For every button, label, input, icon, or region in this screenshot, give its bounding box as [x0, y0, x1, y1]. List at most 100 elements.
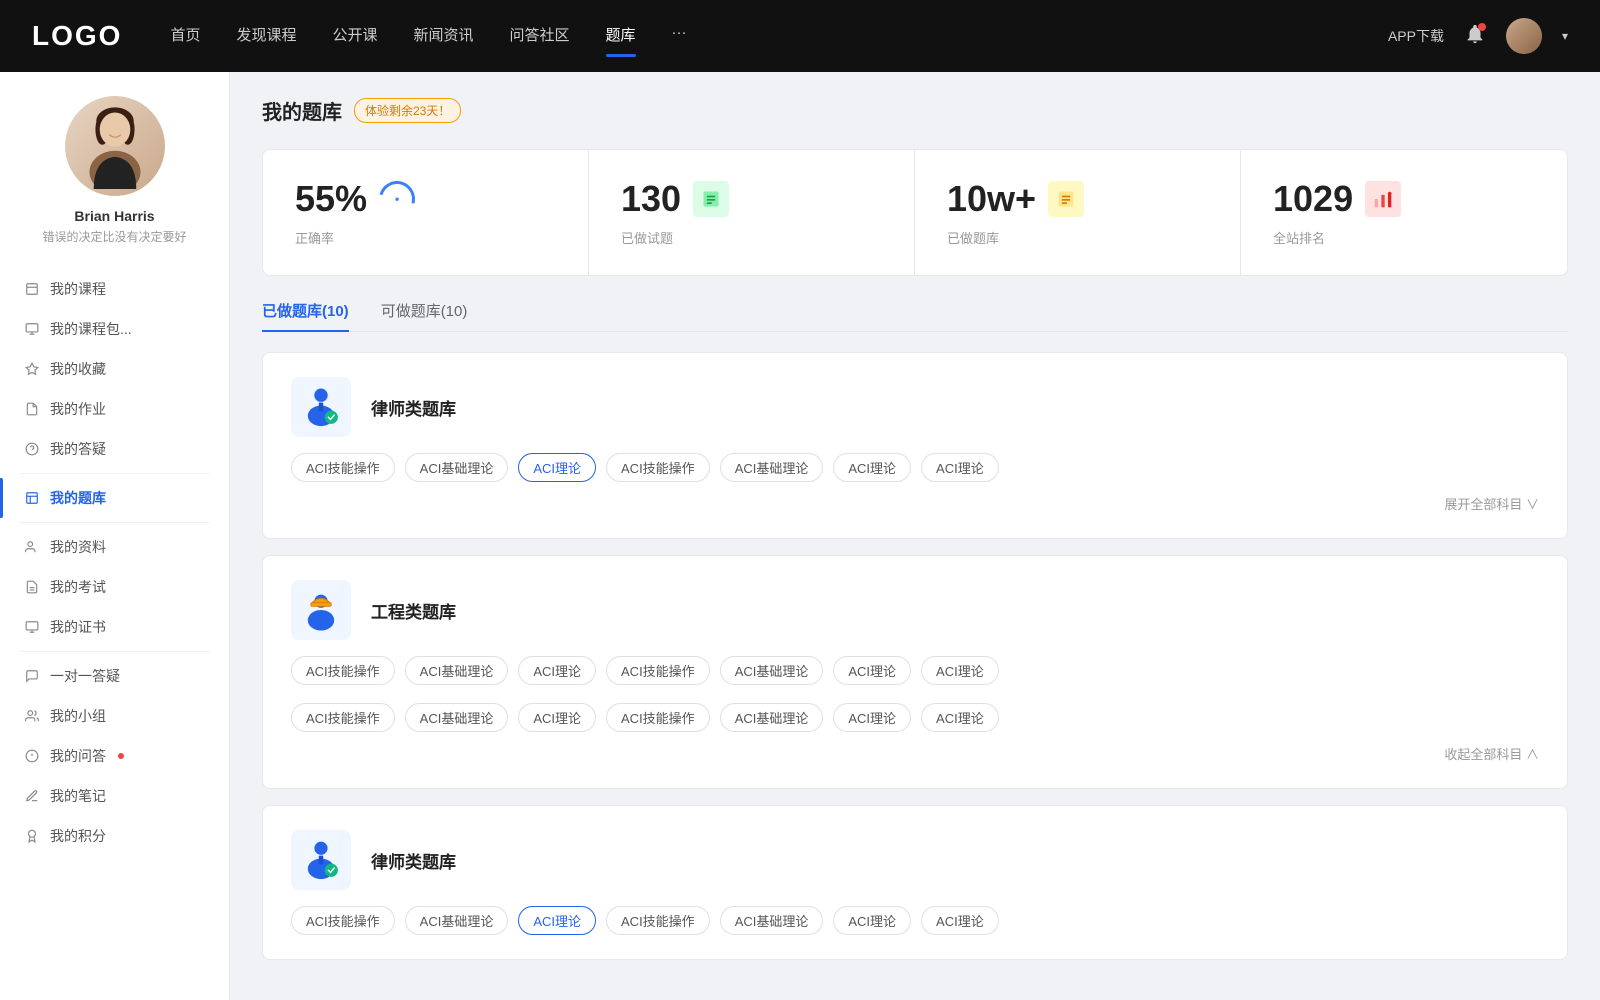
bank-tag-1-9[interactable]: ACI理论: [518, 703, 596, 732]
homework-icon: [24, 401, 40, 417]
bank-tag-1-10[interactable]: ACI技能操作: [606, 703, 710, 732]
bank-tag-0-4[interactable]: ACI基础理论: [720, 453, 824, 482]
bank-tag-1-0[interactable]: ACI技能操作: [291, 656, 395, 685]
bank-tag-0-6[interactable]: ACI理论: [921, 453, 999, 482]
nav-home[interactable]: 首页: [170, 24, 200, 49]
sidebar-item-notes[interactable]: 我的笔记: [0, 776, 229, 816]
sidebar-item-points[interactable]: 我的积分: [0, 816, 229, 856]
tab-available-banks[interactable]: 可做题库(10): [381, 300, 468, 331]
stat-ranking: 1029 全站排名: [1241, 150, 1567, 275]
bank-section-0: 律师类题库 ACI技能操作 ACI基础理论 ACI理论 ACI技能操作 ACI基…: [262, 352, 1568, 539]
bank-tag-2-5[interactable]: ACI理论: [833, 906, 911, 935]
stat-done-questions-label: 已做试题: [621, 228, 882, 247]
sidebar-label-notes: 我的笔记: [50, 786, 106, 806]
sidebar-label-course-pkg: 我的课程包...: [50, 319, 132, 339]
bank-tag-0-5[interactable]: ACI理论: [833, 453, 911, 482]
avatar-silhouette: [80, 104, 150, 189]
favorites-icon: [24, 361, 40, 377]
bank-icon-engineer: [291, 580, 351, 640]
sidebar-label-course: 我的课程: [50, 279, 106, 299]
bank-tag-1-1[interactable]: ACI基础理论: [405, 656, 509, 685]
bank-tag-2-4[interactable]: ACI基础理论: [720, 906, 824, 935]
bank-collapse-1[interactable]: 收起全部科目 ∧: [1444, 747, 1539, 762]
bank-tag-2-3[interactable]: ACI技能操作: [606, 906, 710, 935]
nav-discover[interactable]: 发现课程: [236, 24, 296, 49]
sidebar-menu: 我的课程 我的课程包... 我的收藏 我的作业: [0, 265, 229, 860]
stat-done-banks: 10w+ 已做题库: [915, 150, 1241, 275]
sidebar-item-exam-bank[interactable]: 我的题库: [0, 478, 229, 518]
bank-tag-0-0[interactable]: ACI技能操作: [291, 453, 395, 482]
sidebar-item-certificate[interactable]: 我的证书: [0, 607, 229, 647]
avatar-image: [65, 96, 165, 196]
bank-tag-0-2[interactable]: ACI理论: [518, 453, 596, 482]
sidebar-label-favorites: 我的收藏: [50, 359, 106, 379]
ranking-icon: [1365, 181, 1401, 217]
bank-tag-1-5[interactable]: ACI理论: [833, 656, 911, 685]
stat-done-banks-value: 10w+: [947, 178, 1036, 220]
bank-tag-1-8[interactable]: ACI基础理论: [405, 703, 509, 732]
qa-icon: [24, 441, 40, 457]
course-pkg-icon: [24, 321, 40, 337]
page-header: 我的题库 体验剩余23天！: [262, 96, 1568, 125]
bank-tag-0-3[interactable]: ACI技能操作: [606, 453, 710, 482]
bank-tag-1-3[interactable]: ACI技能操作: [606, 656, 710, 685]
bank-tags-0: ACI技能操作 ACI基础理论 ACI理论 ACI技能操作 ACI基础理论 AC…: [291, 453, 1539, 482]
bank-tag-2-2[interactable]: ACI理论: [518, 906, 596, 935]
sidebar-item-group[interactable]: 我的小组: [0, 696, 229, 736]
bank-header-1: 工程类题库: [291, 580, 1539, 640]
nav-open-course[interactable]: 公开课: [332, 24, 377, 49]
accuracy-chart-icon: ●: [372, 174, 421, 223]
bank-tag-1-4[interactable]: ACI基础理论: [720, 656, 824, 685]
bank-tag-2-6[interactable]: ACI理论: [921, 906, 999, 935]
sidebar-item-qa[interactable]: 我的答疑: [0, 429, 229, 469]
course-icon: [24, 281, 40, 297]
sidebar-item-exam[interactable]: 我的考试: [0, 567, 229, 607]
sidebar-label-exam-bank: 我的题库: [50, 488, 106, 508]
stat-done-questions: 130 已做试题: [589, 150, 915, 275]
sidebar-label-homework: 我的作业: [50, 399, 106, 419]
bank-tag-2-0[interactable]: ACI技能操作: [291, 906, 395, 935]
bank-tag-1-11[interactable]: ACI基础理论: [720, 703, 824, 732]
bank-title-1: 工程类题库: [371, 598, 456, 623]
sidebar-label-points: 我的积分: [50, 826, 106, 846]
nav-more[interactable]: ···: [672, 24, 687, 49]
bank-footer-0: 展开全部科目 ∨: [291, 494, 1539, 514]
sidebar-item-profile[interactable]: 我的资料: [0, 527, 229, 567]
bank-tag-2-1[interactable]: ACI基础理论: [405, 906, 509, 935]
sidebar-label-qa: 我的答疑: [50, 439, 106, 459]
nav-news[interactable]: 新闻资讯: [414, 24, 474, 49]
1v1-icon: [24, 668, 40, 684]
bell-button[interactable]: [1464, 23, 1486, 50]
user-avatar[interactable]: [1506, 18, 1542, 54]
sidebar-item-course-pkg[interactable]: 我的课程包...: [0, 309, 229, 349]
sidebar-item-homework[interactable]: 我的作业: [0, 389, 229, 429]
bank-icon-lawyer2: [291, 830, 351, 890]
notes-icon: [24, 788, 40, 804]
sidebar-label-certificate: 我的证书: [50, 617, 106, 637]
sidebar-item-my-qa[interactable]: 我的问答: [0, 736, 229, 776]
sidebar-label-profile: 我的资料: [50, 537, 106, 557]
sidebar-item-favorites[interactable]: 我的收藏: [0, 349, 229, 389]
bank-tag-1-6[interactable]: ACI理论: [921, 656, 999, 685]
sidebar-item-course[interactable]: 我的课程: [0, 269, 229, 309]
nav-exam[interactable]: 题库: [606, 24, 636, 49]
points-icon: [24, 828, 40, 844]
user-chevron-icon[interactable]: ▾: [1562, 29, 1568, 43]
tab-done-banks[interactable]: 已做题库(10): [262, 300, 349, 331]
done-banks-icon: [1048, 181, 1084, 217]
bank-tag-1-7[interactable]: ACI技能操作: [291, 703, 395, 732]
trial-badge: 体验剩余23天！: [354, 98, 461, 123]
sidebar-item-1v1[interactable]: 一对一答疑: [0, 656, 229, 696]
bank-tag-1-12[interactable]: ACI理论: [833, 703, 911, 732]
divider-1: [20, 473, 209, 474]
bank-tags-1: ACI技能操作 ACI基础理论 ACI理论 ACI技能操作 ACI基础理论 AC…: [291, 656, 1539, 732]
bank-tag-0-1[interactable]: ACI基础理论: [405, 453, 509, 482]
bank-tag-1-2[interactable]: ACI理论: [518, 656, 596, 685]
app-download[interactable]: APP下载: [1388, 26, 1444, 46]
stat-ranking-label: 全站排名: [1273, 228, 1535, 247]
bank-tag-1-13[interactable]: ACI理论: [921, 703, 999, 732]
nav-qa[interactable]: 问答社区: [510, 24, 570, 49]
navbar-right: APP下载 ▾: [1388, 18, 1568, 54]
bank-expand-0[interactable]: 展开全部科目 ∨: [1444, 497, 1539, 512]
bank-header-2: 律师类题库: [291, 830, 1539, 890]
